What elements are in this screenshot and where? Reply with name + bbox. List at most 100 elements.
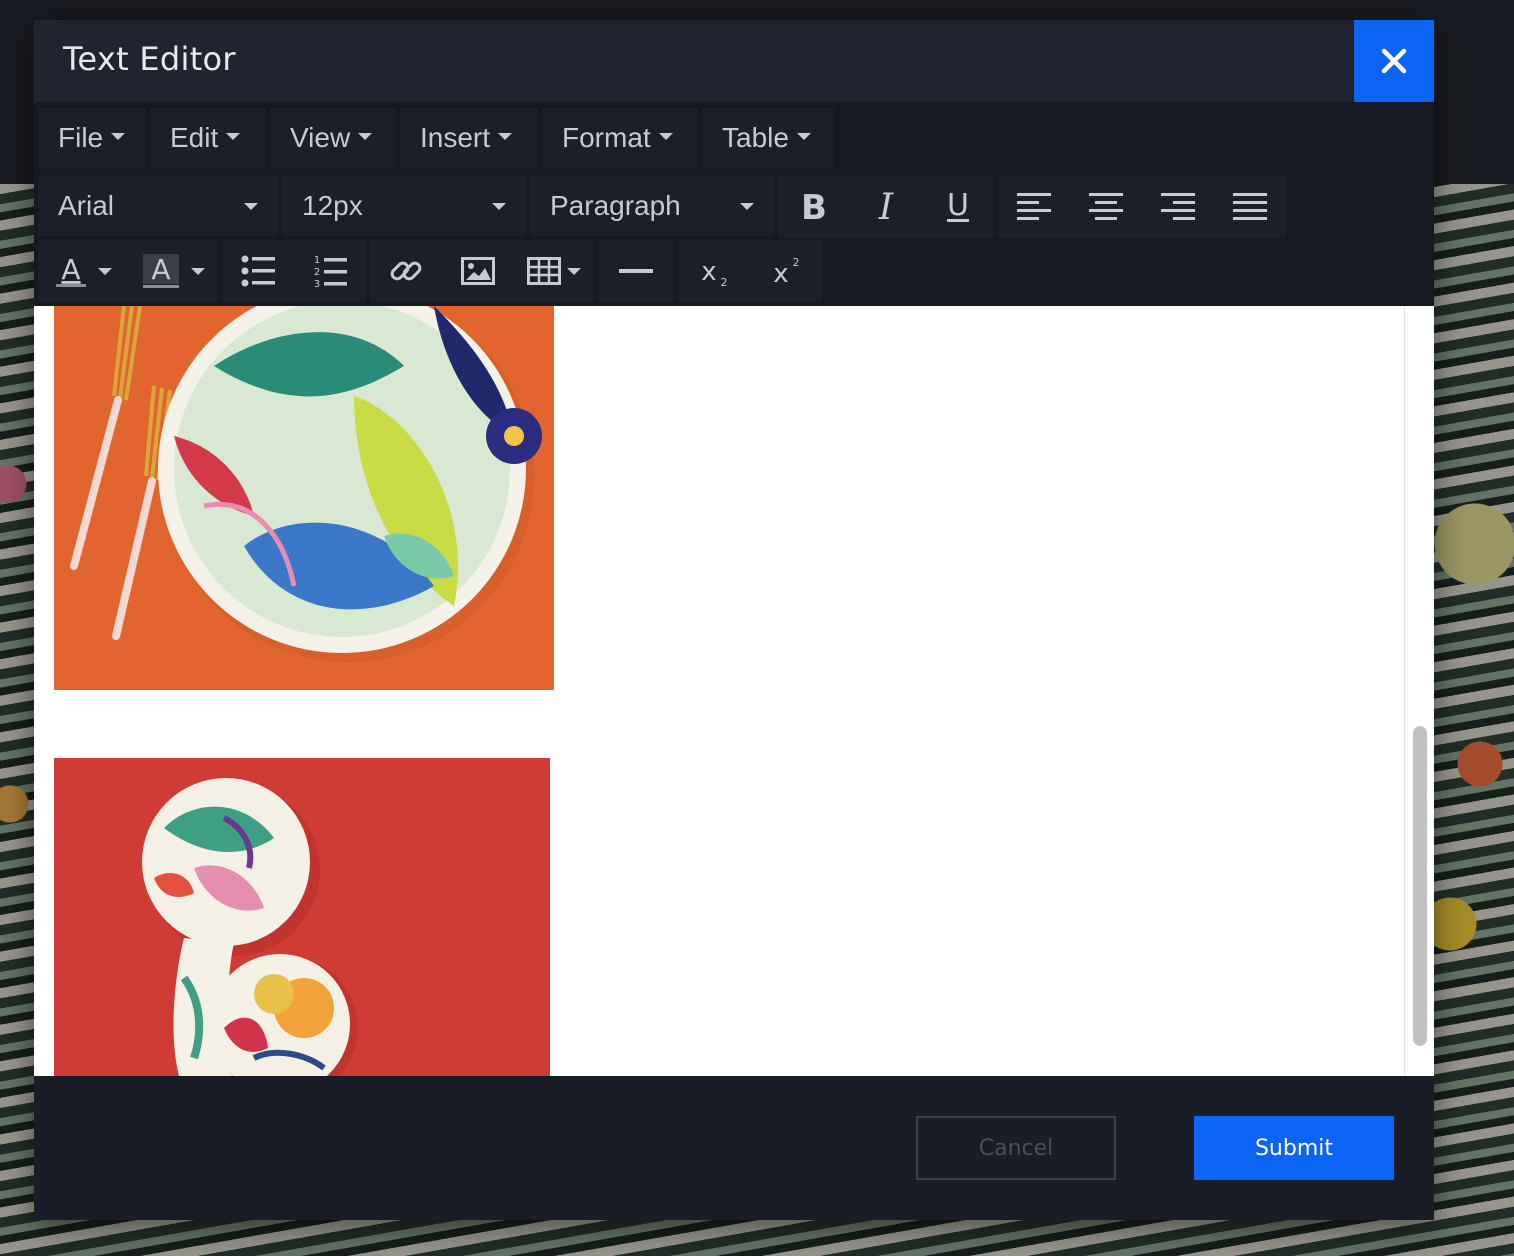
menu-format-label: Format: [562, 122, 651, 153]
format-toolbar: Arial 12px Paragraph B I U: [38, 176, 1286, 238]
chevron-down-icon: [358, 132, 373, 140]
italic-icon: I: [878, 190, 894, 224]
align-right-icon: [1161, 193, 1195, 220]
close-button[interactable]: [1354, 20, 1434, 102]
spoon-rest-image[interactable]: [54, 758, 550, 1076]
align-left-button[interactable]: [998, 177, 1070, 237]
text-style-group: B I U: [778, 176, 994, 238]
font-family-value: Arial: [58, 190, 115, 221]
insert-toolbar: A A 1 2 3 x 2 x 2: [38, 240, 822, 302]
underline-button[interactable]: U: [922, 177, 994, 237]
svg-text:2: 2: [314, 267, 320, 278]
rule-group: [598, 240, 674, 302]
menu-table[interactable]: Table: [702, 108, 834, 168]
align-center-button[interactable]: [1070, 177, 1142, 237]
content-scrollbar[interactable]: [1404, 306, 1434, 1076]
horizontal-rule-icon: [619, 269, 653, 273]
bold-icon: B: [801, 190, 827, 224]
background-color-button[interactable]: A: [128, 241, 218, 301]
block-format-value: Paragraph: [550, 190, 681, 221]
menu-edit-label: Edit: [170, 122, 219, 153]
bullet-list-button[interactable]: [222, 241, 294, 301]
numbered-list-button[interactable]: 1 2 3: [294, 241, 366, 301]
submit-button[interactable]: Submit: [1194, 1116, 1394, 1180]
close-icon: [1381, 48, 1407, 74]
script-group: x 2 x 2: [678, 240, 822, 302]
editor-content[interactable]: [34, 306, 1434, 1076]
alignment-group: [998, 176, 1286, 238]
block-format-select[interactable]: Paragraph: [530, 176, 774, 236]
align-left-icon: [1017, 193, 1051, 220]
editor-toolbar: File Edit View Insert Format Table Arial: [34, 102, 1434, 306]
chevron-down-icon: [492, 202, 506, 210]
svg-text:2: 2: [793, 256, 800, 269]
svg-text:A: A: [151, 253, 170, 286]
cancel-button[interactable]: Cancel: [916, 1116, 1116, 1180]
table-button[interactable]: [514, 241, 594, 301]
superscript-icon: x 2: [773, 256, 800, 288]
menu-table-label: Table: [722, 122, 789, 153]
bullet-list-icon: [241, 255, 275, 287]
dialog-footer: Cancel Submit: [34, 1076, 1434, 1220]
subscript-icon: x 2: [701, 257, 728, 288]
subscript-button[interactable]: x 2: [678, 241, 750, 301]
text-editor-dialog: Text Editor File Edit View Insert Format: [34, 20, 1434, 1220]
align-center-icon: [1089, 193, 1123, 220]
media-group: [370, 240, 594, 302]
image-button[interactable]: [442, 241, 514, 301]
bold-button[interactable]: B: [778, 177, 850, 237]
menu-file-label: File: [58, 122, 104, 153]
menubar: File Edit View Insert Format Table: [38, 108, 834, 168]
scrollbar-thumb[interactable]: [1413, 726, 1427, 1046]
font-family-select[interactable]: Arial: [38, 176, 278, 236]
font-size-select[interactable]: 12px: [282, 176, 526, 236]
svg-text:U: U: [947, 190, 969, 223]
color-group: A A: [38, 240, 218, 302]
chevron-down-icon: [244, 202, 258, 210]
text-color-button[interactable]: A: [38, 241, 128, 301]
svg-text:x: x: [773, 259, 788, 288]
menu-file[interactable]: File: [38, 108, 146, 168]
chevron-down-icon: [111, 132, 126, 140]
svg-text:x: x: [701, 257, 716, 287]
plate-image[interactable]: [54, 306, 554, 690]
svg-text:1: 1: [314, 255, 320, 266]
background-color-icon: A: [143, 253, 179, 288]
horizontal-rule-button[interactable]: [598, 241, 674, 301]
svg-text:2: 2: [721, 276, 728, 288]
menu-view-label: View: [290, 122, 351, 153]
link-button[interactable]: [370, 241, 442, 301]
text-color-icon: A: [56, 254, 86, 287]
menu-insert-label: Insert: [420, 122, 491, 153]
chevron-down-icon: [98, 267, 112, 275]
dialog-title-bar: Text Editor: [34, 20, 1434, 102]
menu-edit[interactable]: Edit: [150, 108, 266, 168]
font-size-value: 12px: [302, 190, 363, 221]
link-icon: [390, 261, 422, 281]
menu-format[interactable]: Format: [542, 108, 698, 168]
svg-text:A: A: [61, 254, 80, 286]
svg-text:B: B: [801, 190, 827, 224]
align-justify-icon: [1233, 193, 1267, 220]
menu-view[interactable]: View: [270, 108, 396, 168]
underline-icon: U: [947, 190, 969, 223]
table-icon: [527, 257, 561, 285]
image-icon: [461, 257, 495, 285]
chevron-down-icon: [796, 132, 811, 140]
svg-text:I: I: [878, 190, 894, 224]
chevron-down-icon: [191, 267, 205, 275]
align-right-button[interactable]: [1142, 177, 1214, 237]
superscript-button[interactable]: x 2: [750, 241, 822, 301]
dialog-title: Text Editor: [63, 40, 236, 78]
italic-button[interactable]: I: [850, 177, 922, 237]
list-group: 1 2 3: [222, 240, 366, 302]
numbered-list-icon: 1 2 3: [314, 255, 347, 288]
svg-text:3: 3: [314, 279, 320, 288]
chevron-down-icon: [226, 132, 241, 140]
chevron-down-icon: [740, 202, 754, 210]
chevron-down-icon: [498, 132, 513, 140]
menu-insert[interactable]: Insert: [400, 108, 538, 168]
chevron-down-icon: [658, 132, 673, 140]
align-justify-button[interactable]: [1214, 177, 1286, 237]
chevron-down-icon: [567, 267, 581, 275]
